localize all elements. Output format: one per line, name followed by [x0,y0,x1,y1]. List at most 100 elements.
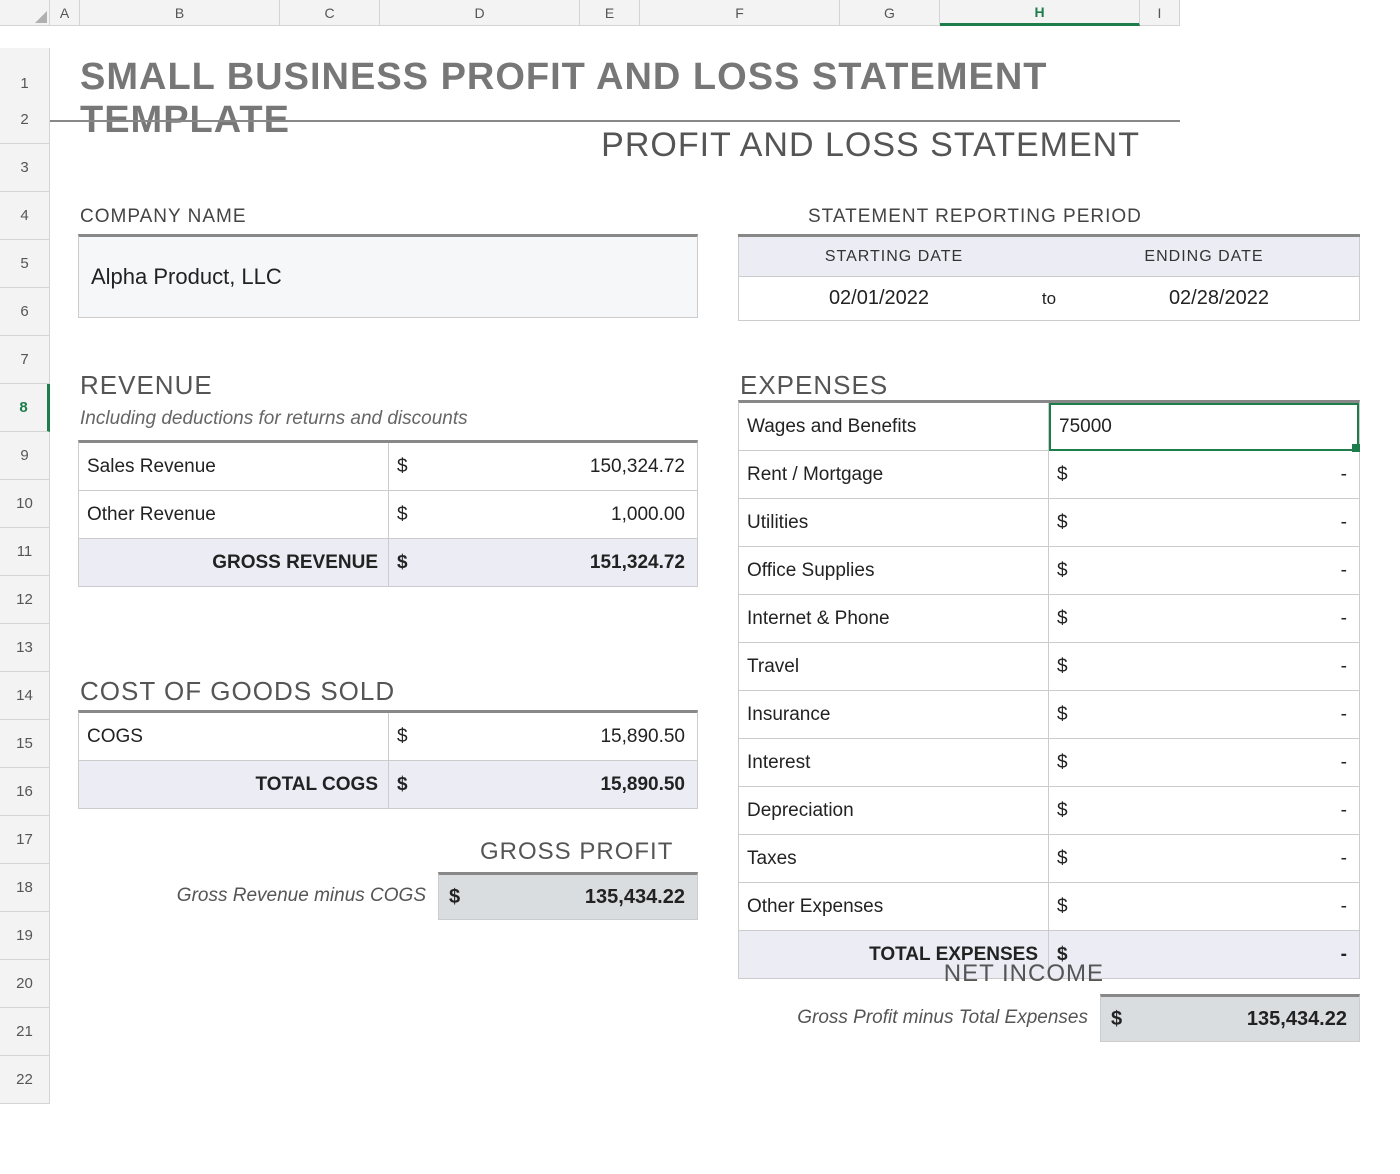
row-header-4[interactable]: 4 [0,192,50,240]
total-cogs-label: TOTAL COGS [79,761,389,808]
expense-row-value: - [1085,656,1359,678]
expense-row-label: Travel [739,643,1049,690]
starting-date-cell[interactable]: 02/01/2022 [739,287,1019,310]
row-header-17[interactable]: 17 [0,816,50,864]
net-income-note: Gross Profit minus Total Expenses [738,1007,1100,1029]
total-expenses-value: - [1085,944,1359,966]
ending-date-cell[interactable]: 02/28/2022 [1079,287,1359,310]
company-name-cell[interactable]: Alpha Product, LLC [78,234,698,318]
expense-row[interactable]: Depreciation $ - [739,787,1359,835]
row-header-14[interactable]: 14 [0,672,50,720]
currency-symbol: $ [1049,704,1085,726]
row-header-10[interactable]: 10 [0,480,50,528]
row-header-12[interactable]: 12 [0,576,50,624]
starting-date-label: STARTING DATE [739,237,1049,276]
row-header-7[interactable]: 7 [0,336,50,384]
row-header-13[interactable]: 13 [0,624,50,672]
expense-row-label: Internet & Phone [739,595,1049,642]
row-header-3[interactable]: 3 [0,144,50,192]
expense-row[interactable]: Travel $ - [739,643,1359,691]
currency-symbol: $ [1049,464,1085,486]
currency-symbol: $ [1049,848,1085,870]
expense-row[interactable]: Interest $ - [739,739,1359,787]
expense-row-value: - [1085,464,1359,486]
expense-row[interactable]: Rent / Mortgage $ - [739,451,1359,499]
expense-row-value: - [1085,752,1359,774]
expense-row-value: - [1085,560,1359,582]
row-header-21[interactable]: 21 [0,1008,50,1056]
expense-row-label: Office Supplies [739,547,1049,594]
expense-row-value: - [1085,704,1359,726]
col-header-C[interactable]: C [280,0,380,26]
revenue-note: Including deductions for returns and dis… [80,408,468,430]
company-name-value: Alpha Product, LLC [91,264,282,290]
revenue-row[interactable]: Sales Revenue $ 150,324.72 [79,443,697,491]
currency-symbol: $ [439,886,475,909]
select-all-corner[interactable] [0,0,50,26]
row-header-16[interactable]: 16 [0,768,50,816]
expense-row-label: Insurance [739,691,1049,738]
revenue-section-title: REVENUE [80,370,213,401]
expense-row-label: Other Expenses [739,883,1049,930]
expense-row[interactable]: Utilities $ - [739,499,1359,547]
gross-profit-cell[interactable]: $ 135,434.22 [438,872,698,920]
currency-symbol: $ [389,552,425,574]
expense-row-label: Wages and Benefits [739,403,1049,450]
row-header-22[interactable]: 22 [0,1056,50,1104]
gross-profit-row: Gross Revenue minus COGS $ 135,434.22 [78,872,698,920]
expense-row-label: Interest [739,739,1049,786]
expense-row-value: - [1085,608,1359,630]
total-cogs-value: 15,890.50 [425,774,697,796]
row-header-5[interactable]: 5 [0,240,50,288]
expense-row[interactable]: Internet & Phone $ - [739,595,1359,643]
active-cell-value: 75000 [1059,416,1112,438]
net-income-title: NET INCOME [944,960,1104,988]
total-cogs-row[interactable]: TOTAL COGS $ 15,890.50 [79,761,697,809]
col-header-D[interactable]: D [380,0,580,26]
col-header-E[interactable]: E [580,0,640,26]
row-header-18[interactable]: 18 [0,864,50,912]
period-to-label: to [1019,289,1079,309]
currency-symbol: $ [1049,752,1085,774]
currency-symbol: $ [1049,896,1085,918]
col-header-B[interactable]: B [80,0,280,26]
net-income-cell[interactable]: $ 135,434.22 [1100,994,1360,1042]
sheet-content[interactable]: SMALL BUSINESS PROFIT AND LOSS STATEMENT… [50,48,1180,1104]
expense-row[interactable]: Wages and Benefits 75000 [739,403,1359,451]
expense-row-label: Taxes [739,835,1049,882]
expense-row[interactable]: Insurance $ - [739,691,1359,739]
cogs-row[interactable]: COGS $ 15,890.50 [79,713,697,761]
expense-row[interactable]: Office Supplies $ - [739,547,1359,595]
currency-symbol: $ [389,726,425,748]
row-header-9[interactable]: 9 [0,432,50,480]
cogs-table: COGS $ 15,890.50 TOTAL COGS $ 15,890.50 [78,710,698,809]
row-header-6[interactable]: 6 [0,288,50,336]
currency-symbol: $ [1049,512,1085,534]
row-header-2[interactable]: 2 [0,96,50,144]
revenue-row[interactable]: Other Revenue $ 1,000.00 [79,491,697,539]
col-header-H[interactable]: H [940,0,1140,26]
expense-row-value: - [1085,512,1359,534]
row-header-11[interactable]: 11 [0,528,50,576]
company-name-label: COMPANY NAME [80,206,247,228]
col-header-G[interactable]: G [840,0,940,26]
row-header-15[interactable]: 15 [0,720,50,768]
row-header-20[interactable]: 20 [0,960,50,1008]
expenses-table: Wages and Benefits 75000 Rent / Mortgage… [738,400,1360,979]
net-income-row: Gross Profit minus Total Expenses $ 135,… [738,994,1360,1042]
row-header-19[interactable]: 19 [0,912,50,960]
col-header-F[interactable]: F [640,0,840,26]
col-header-I[interactable]: I [1140,0,1180,26]
col-header-A[interactable]: A [50,0,80,26]
gross-revenue-row[interactable]: GROSS REVENUE $ 151,324.72 [79,539,697,587]
ending-date-label: ENDING DATE [1049,237,1359,276]
expense-row[interactable]: Taxes $ - [739,835,1359,883]
expense-row-value: - [1085,848,1359,870]
expense-row[interactable]: Other Expenses $ - [739,883,1359,931]
active-cell[interactable]: 75000 [1049,403,1359,451]
currency-symbol: $ [1049,656,1085,678]
gross-profit-value: 135,434.22 [475,886,697,909]
revenue-row-value: 150,324.72 [425,456,697,478]
row-header-8[interactable]: 8 [0,384,50,432]
cogs-section-title: COST OF GOODS SOLD [80,676,395,707]
